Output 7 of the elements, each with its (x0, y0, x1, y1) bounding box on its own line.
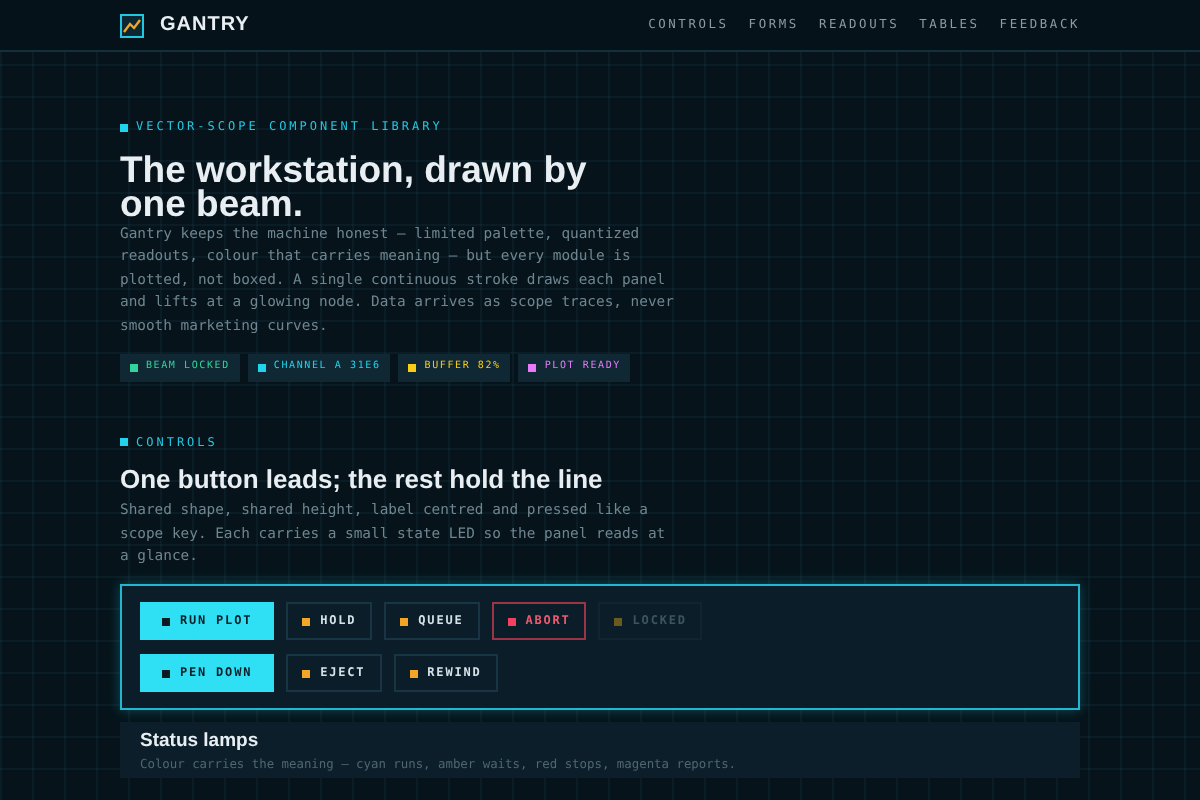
section-title: One button leads; the rest hold the line (120, 463, 605, 495)
logo-icon (120, 13, 144, 37)
brand-name: GANTRY (160, 12, 250, 40)
card-title: Status lamps (140, 732, 261, 754)
square-icon (120, 123, 128, 131)
square-icon (120, 438, 128, 447)
hero-title: The workstation, drawn by one beam. (120, 152, 589, 220)
